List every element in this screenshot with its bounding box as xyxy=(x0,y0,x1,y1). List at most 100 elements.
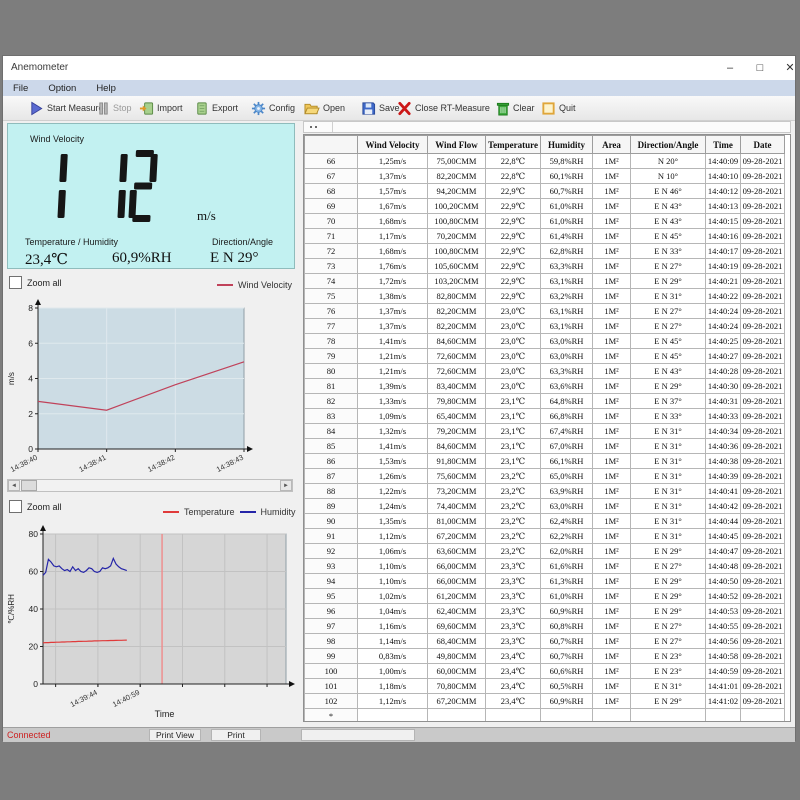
table-top-splitter[interactable] xyxy=(303,121,791,133)
table-cell[interactable]: E N 29° xyxy=(631,574,706,589)
table-cell[interactable]: 75,60CMM xyxy=(428,469,486,484)
table-cell[interactable]: 1M² xyxy=(593,394,631,409)
table-cell[interactable]: 23,4℃ xyxy=(486,649,541,664)
table-cell[interactable]: 14:40:31 xyxy=(706,394,741,409)
table-cell[interactable]: 09-28-2021 xyxy=(741,619,785,634)
table-cell[interactable]: E N 23° xyxy=(631,664,706,679)
table-row[interactable]: 871,26m/s75,60CMM23,2℃65,0%RH1M²E N 31°1… xyxy=(305,469,785,484)
table-row[interactable]: 971,16m/s69,60CMM23,3℃60,8%RH1M²E N 27°1… xyxy=(305,619,785,634)
menu-option[interactable]: Option xyxy=(38,83,86,94)
table-cell[interactable]: 1M² xyxy=(593,229,631,244)
table-cell[interactable]: 1,37m/s xyxy=(358,169,428,184)
row-header[interactable]: 69 xyxy=(305,199,358,214)
table-cell[interactable]: 72,60CMM xyxy=(428,349,486,364)
table-cell[interactable] xyxy=(428,709,486,723)
table-cell[interactable]: 1M² xyxy=(593,199,631,214)
row-header[interactable]: 82 xyxy=(305,394,358,409)
table-cell[interactable]: 1,14m/s xyxy=(358,634,428,649)
table-cell[interactable]: 59,8%RH xyxy=(541,154,593,169)
table-cell[interactable]: 14:40:48 xyxy=(706,559,741,574)
table-row[interactable]: 1011,18m/s70,80CMM23,4℃60,5%RH1M²E N 31°… xyxy=(305,679,785,694)
table-cell[interactable]: 23,0℃ xyxy=(486,334,541,349)
table-cell[interactable]: E N 45° xyxy=(631,349,706,364)
table-cell[interactable]: 60,7%RH xyxy=(541,634,593,649)
row-header[interactable]: 102 xyxy=(305,694,358,709)
table-cell[interactable]: 14:40:47 xyxy=(706,544,741,559)
table-cell[interactable]: 23,0℃ xyxy=(486,319,541,334)
chart1-scrollbar[interactable]: ◄ ► xyxy=(7,479,293,492)
table-row[interactable]: 781,41m/s84,60CMM23,0℃63,0%RH1M²E N 45°1… xyxy=(305,334,785,349)
table-cell[interactable]: 1,04m/s xyxy=(358,604,428,619)
row-header[interactable]: 81 xyxy=(305,379,358,394)
table-cell[interactable]: 09-28-2021 xyxy=(741,259,785,274)
table-cell[interactable]: 60,8%RH xyxy=(541,619,593,634)
table-cell[interactable]: 14:40:34 xyxy=(706,424,741,439)
table-cell[interactable]: E N 37° xyxy=(631,394,706,409)
table-cell[interactable]: 22,9℃ xyxy=(486,274,541,289)
table-cell[interactable]: 09-28-2021 xyxy=(741,379,785,394)
table-row[interactable]: 841,32m/s79,20CMM23,1℃67,4%RH1M²E N 31°1… xyxy=(305,424,785,439)
table-row[interactable]: 921,06m/s63,60CMM23,2℃62,0%RH1M²E N 29°1… xyxy=(305,544,785,559)
table-cell[interactable]: 60,00CMM xyxy=(428,664,486,679)
row-header[interactable]: 88 xyxy=(305,484,358,499)
table-cell[interactable]: 1,37m/s xyxy=(358,319,428,334)
row-header[interactable]: 95 xyxy=(305,589,358,604)
table-cell[interactable]: 09-28-2021 xyxy=(741,574,785,589)
table-cell[interactable]: E N 27° xyxy=(631,559,706,574)
table-cell[interactable]: 09-28-2021 xyxy=(741,319,785,334)
table-cell[interactable] xyxy=(593,709,631,723)
table-cell[interactable]: 67,4%RH xyxy=(541,424,593,439)
table-cell[interactable]: 60,7%RH xyxy=(541,649,593,664)
stop-button[interactable]: Stop xyxy=(97,99,132,117)
row-header[interactable]: 68 xyxy=(305,184,358,199)
table-cell[interactable]: 09-28-2021 xyxy=(741,499,785,514)
table-cell[interactable]: 14:40:44 xyxy=(706,514,741,529)
table-cell[interactable]: E N 31° xyxy=(631,469,706,484)
table-cell[interactable]: 1M² xyxy=(593,454,631,469)
table-cell[interactable]: 09-28-2021 xyxy=(741,184,785,199)
table-cell[interactable]: 09-28-2021 xyxy=(741,169,785,184)
table-cell[interactable]: 82,20CMM xyxy=(428,304,486,319)
table-cell[interactable]: 63,1%RH xyxy=(541,274,593,289)
table-cell[interactable]: 1,12m/s xyxy=(358,529,428,544)
table-cell[interactable]: 23,3℃ xyxy=(486,589,541,604)
config-button[interactable]: Config xyxy=(251,99,295,117)
table-cell[interactable]: E N 23° xyxy=(631,649,706,664)
table-cell[interactable]: N 20° xyxy=(631,154,706,169)
table-row[interactable]: 1001,00m/s60,00CMM23,4℃60,6%RH1M²E N 23°… xyxy=(305,664,785,679)
table-cell[interactable]: 81,00CMM xyxy=(428,514,486,529)
checkbox-icon[interactable] xyxy=(9,276,22,289)
table-cell[interactable]: 1M² xyxy=(593,694,631,709)
table-cell[interactable]: 63,60CMM xyxy=(428,544,486,559)
table-cell[interactable]: E N 29° xyxy=(631,589,706,604)
maximize-button[interactable]: □ xyxy=(749,59,771,77)
row-header[interactable]: 67 xyxy=(305,169,358,184)
table-cell[interactable]: 60,6%RH xyxy=(541,664,593,679)
table-cell[interactable]: E N 45° xyxy=(631,229,706,244)
table-cell[interactable]: 62,8%RH xyxy=(541,244,593,259)
table-cell[interactable]: 14:40:10 xyxy=(706,169,741,184)
table-cell[interactable]: 63,3%RH xyxy=(541,259,593,274)
row-header[interactable]: 100 xyxy=(305,664,358,679)
zoom-all-checkbox-1[interactable]: Zoom all xyxy=(9,276,62,289)
table-cell[interactable]: 14:40:55 xyxy=(706,619,741,634)
table-cell[interactable]: 82,80CMM xyxy=(428,289,486,304)
data-grid[interactable]: Wind VelocityWind FlowTemperatureHumidit… xyxy=(303,134,791,722)
table-cell[interactable]: 1M² xyxy=(593,634,631,649)
table-cell[interactable]: 61,20CMM xyxy=(428,589,486,604)
splitter-handle[interactable] xyxy=(304,122,333,132)
table-cell[interactable]: 14:40:15 xyxy=(706,214,741,229)
table-cell[interactable]: 1,21m/s xyxy=(358,349,428,364)
row-header[interactable]: 87 xyxy=(305,469,358,484)
table-row[interactable]: 990,83m/s49,80CMM23,4℃60,7%RH1M²E N 23°1… xyxy=(305,649,785,664)
table-cell[interactable]: N 10° xyxy=(631,169,706,184)
table-cell[interactable]: 66,00CMM xyxy=(428,574,486,589)
table-row[interactable]: 831,09m/s65,40CMM23,1℃66,8%RH1M²E N 33°1… xyxy=(305,409,785,424)
close-button[interactable]: ✕ xyxy=(779,59,800,77)
table-cell[interactable]: 63,0%RH xyxy=(541,499,593,514)
table-cell[interactable]: 70,80CMM xyxy=(428,679,486,694)
column-header[interactable]: Direction/Angle xyxy=(631,136,706,154)
table-cell[interactable]: 1M² xyxy=(593,214,631,229)
table-cell[interactable]: 14:40:25 xyxy=(706,334,741,349)
table-cell[interactable]: 74,40CMM xyxy=(428,499,486,514)
